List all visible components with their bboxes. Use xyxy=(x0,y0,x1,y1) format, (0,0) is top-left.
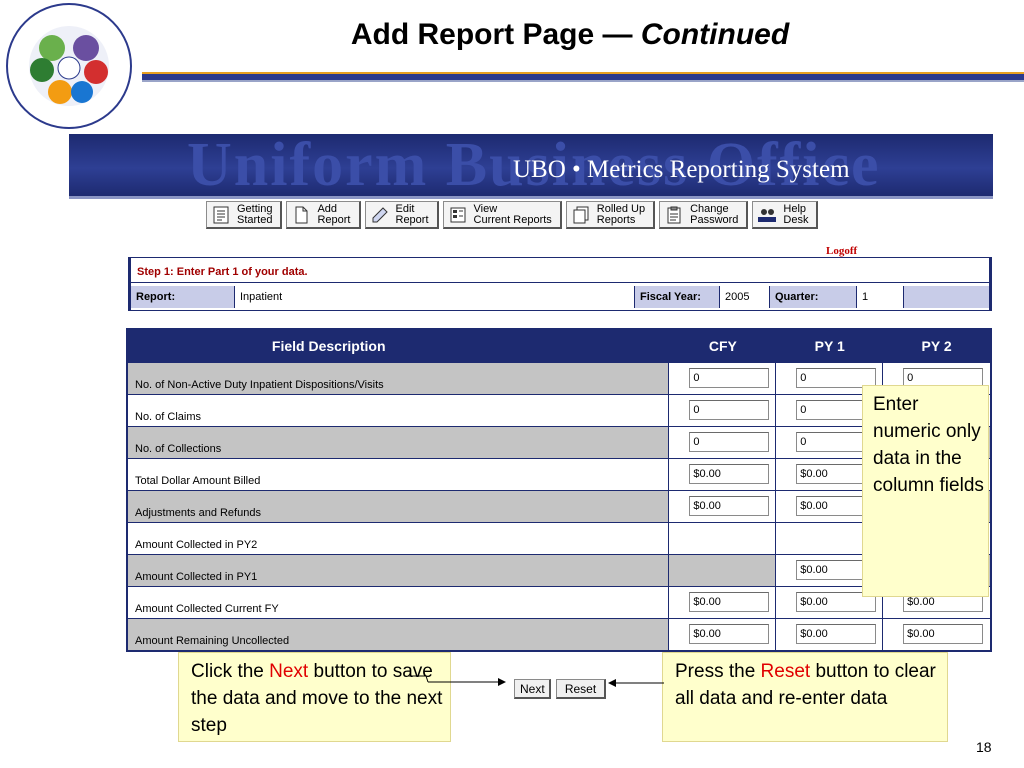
banner-title: UBO • Metrics Reporting System xyxy=(513,156,850,183)
cell-cfy xyxy=(669,523,777,554)
pencil-icon xyxy=(370,205,390,225)
title-divider xyxy=(142,72,1024,80)
header-py1: PY 1 xyxy=(814,338,845,354)
nav-help-desk-button[interactable]: Help Desk xyxy=(752,201,819,229)
cfy-input[interactable] xyxy=(689,368,770,388)
app-banner: Uniform Business Office UBO • Metrics Re… xyxy=(69,134,993,196)
next-callout-key: Next xyxy=(269,661,309,682)
table-row: No. of Non-Active Duty Inpatient Disposi… xyxy=(128,362,990,394)
conference-logo xyxy=(2,2,136,130)
table-row: Amount Collected Current FY xyxy=(128,586,990,618)
document-list-icon xyxy=(211,205,231,225)
info-row-filler xyxy=(904,286,989,308)
nav-view-current-reports-label: View Current Reports xyxy=(473,202,552,226)
fiscal-year-value: 2005 xyxy=(720,286,770,308)
cfy-input[interactable] xyxy=(689,496,770,516)
nav-getting-started-button[interactable]: Getting Started xyxy=(206,201,283,229)
blank-page-icon xyxy=(291,205,311,225)
header-py2: PY 2 xyxy=(921,338,952,354)
nav-rolled-up-reports-button[interactable]: Rolled Up Reports xyxy=(565,201,656,229)
header-cfy: CFY xyxy=(708,338,737,354)
page-number: 18 xyxy=(976,739,992,755)
reset-button[interactable]: Reset xyxy=(556,679,606,699)
step-heading: Step 1: Enter Part 1 of your data. xyxy=(131,261,989,283)
report-label: Report: xyxy=(131,286,235,308)
cfy-input[interactable] xyxy=(689,624,770,644)
step-info-panel: Step 1: Enter Part 1 of your data. Repor… xyxy=(128,257,992,311)
cfy-input[interactable] xyxy=(689,432,770,452)
cell-cfy xyxy=(669,587,777,618)
nav-add-report-label: Add Report xyxy=(317,202,351,226)
next-arrow xyxy=(408,674,508,686)
logoff-link[interactable]: Logoff xyxy=(826,245,857,257)
table-row: Amount Remaining Uncollected xyxy=(128,618,990,650)
next-button[interactable]: Next xyxy=(514,679,551,699)
field-description: Adjustments and Refunds xyxy=(128,491,670,522)
table-row: Amount Collected in PY1 xyxy=(128,554,990,586)
nav-change-password-button[interactable]: Change Password xyxy=(659,201,749,229)
nav-edit-report-label: Edit Report xyxy=(395,202,429,226)
field-description: Total Dollar Amount Billed xyxy=(128,459,670,490)
nav-edit-report-button[interactable]: Edit Report xyxy=(364,201,439,229)
field-description: Amount Remaining Uncollected xyxy=(128,619,670,650)
report-value: Inpatient xyxy=(235,286,635,308)
cfy-input[interactable] xyxy=(689,464,770,484)
numeric-only-callout: Enter numeric only data in the column fi… xyxy=(862,385,989,597)
report-grid-icon xyxy=(448,205,468,225)
reset-arrow xyxy=(608,676,664,688)
slide-title-italic: Continued xyxy=(640,18,790,51)
field-description: Amount Collected in PY1 xyxy=(128,555,670,586)
stacked-pages-icon xyxy=(571,205,591,225)
nav-change-password-label: Change Password xyxy=(690,202,739,226)
field-description: No. of Collections xyxy=(128,427,670,458)
table-row: Adjustments and Refunds xyxy=(128,490,990,522)
fiscal-year-label: Fiscal Year: xyxy=(635,286,720,308)
cfy-input[interactable] xyxy=(689,400,770,420)
nav-toolbar: Getting Started Add Report Edit Report V… xyxy=(206,201,819,235)
field-description: Amount Collected in PY2 xyxy=(128,523,670,554)
cell-cfy xyxy=(669,363,777,394)
nav-help-desk-label: Help Desk xyxy=(783,202,809,226)
next-callout-pre: Click the xyxy=(191,661,270,682)
help-desk-icon xyxy=(757,205,777,225)
table-row: No. of Collections xyxy=(128,426,990,458)
cell-py2 xyxy=(883,619,990,650)
nav-add-report-button[interactable]: Add Report xyxy=(286,201,361,229)
table-row: Amount Collected in PY2 xyxy=(128,522,990,554)
quarter-value: 1 xyxy=(857,286,904,308)
field-description: No. of Non-Active Duty Inpatient Disposi… xyxy=(128,363,670,394)
field-description: No. of Claims xyxy=(128,395,670,426)
reset-callout-pre: Press the xyxy=(675,661,761,682)
py1-input[interactable] xyxy=(796,624,877,644)
table-row: Total Dollar Amount Billed xyxy=(128,458,990,490)
cell-cfy xyxy=(669,491,777,522)
table-body: No. of Non-Active Duty Inpatient Disposi… xyxy=(128,362,990,650)
cell-cfy xyxy=(669,427,777,458)
cell-cfy xyxy=(669,395,777,426)
cell-cfy xyxy=(669,459,777,490)
reset-callout-key: Reset xyxy=(760,661,811,682)
table-row: No. of Claims xyxy=(128,394,990,426)
nav-getting-started-label: Getting Started xyxy=(237,202,273,226)
report-info-row: Report: Inpatient Fiscal Year: 2005 Quar… xyxy=(131,286,989,308)
header-field-description: Field Description xyxy=(271,338,386,354)
cell-cfy xyxy=(669,555,777,586)
nav-rolled-up-reports-label: Rolled Up Reports xyxy=(596,202,646,226)
next-button-callout: Click the Next button to save the data a… xyxy=(178,652,451,742)
slide-title-main: Add Report Page — xyxy=(350,18,641,51)
nav-view-current-reports-button[interactable]: View Current Reports xyxy=(442,201,562,229)
cfy-input[interactable] xyxy=(689,592,770,612)
field-description: Amount Collected Current FY xyxy=(128,587,670,618)
quarter-label: Quarter: xyxy=(770,286,857,308)
cell-py1 xyxy=(776,619,884,650)
py2-input[interactable] xyxy=(903,624,984,644)
reset-button-callout: Press the Reset button to clear all data… xyxy=(662,652,948,742)
clipboard-icon xyxy=(664,205,684,225)
cell-cfy xyxy=(669,619,777,650)
slide-title: Add Report Page — Continued xyxy=(250,18,890,52)
table-header: Field Description CFY PY 1 PY 2 xyxy=(128,330,990,362)
title-divider-secondary xyxy=(142,80,1024,82)
banner-underline xyxy=(69,196,993,199)
